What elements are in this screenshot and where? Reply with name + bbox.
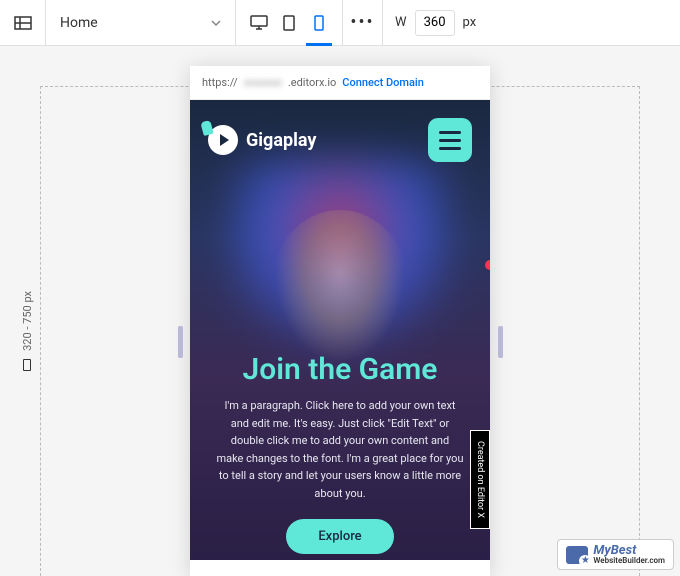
preview-url-bar: https:// xxxxxxx .editorx.io Connect Dom… — [190, 66, 490, 100]
width-control: W px — [383, 10, 488, 36]
mobile-preview-frame: https:// xxxxxxx .editorx.io Connect Dom… — [190, 66, 490, 576]
page-selector-label: Home — [60, 15, 98, 31]
mobile-icon — [314, 15, 324, 31]
connect-domain-link[interactable]: Connect Domain — [342, 76, 424, 89]
more-devices-button[interactable]: ••• — [343, 0, 383, 46]
hero-title[interactable]: Join the Game — [243, 352, 438, 387]
width-unit: px — [463, 15, 477, 30]
hamburger-line-icon — [439, 139, 461, 142]
site-preview[interactable]: Gigaplay Join the Game I'm a paragraph. … — [190, 100, 490, 560]
explore-button[interactable]: Explore — [286, 519, 393, 554]
watermark-line2: WebsiteBuilder.com — [593, 557, 665, 565]
resize-handle-left[interactable] — [178, 326, 183, 358]
mobile-device-button[interactable] — [304, 0, 334, 46]
preview-header: Gigaplay — [208, 118, 472, 162]
resize-handle-right[interactable] — [498, 326, 503, 358]
desktop-device-button[interactable] — [244, 0, 274, 46]
desktop-icon — [250, 15, 268, 30]
hamburger-line-icon — [439, 131, 461, 134]
editorx-badge[interactable]: Created on Editor X — [470, 430, 490, 529]
hero-paragraph[interactable]: I'm a paragraph. Click here to add your … — [208, 397, 472, 503]
url-suffix: .editorx.io — [288, 76, 336, 89]
hamburger-line-icon — [439, 147, 461, 150]
ruler-device-icon — [23, 359, 31, 371]
panels-icon[interactable] — [0, 0, 46, 46]
width-input[interactable] — [415, 10, 455, 36]
tablet-icon — [283, 15, 295, 31]
site-logo[interactable]: Gigaplay — [208, 125, 316, 155]
page-selector[interactable]: Home — [46, 0, 236, 46]
vertical-ruler: 320 - 750 px — [20, 106, 34, 556]
hamburger-menu-button[interactable] — [428, 118, 472, 162]
url-prefix: https:// — [202, 76, 238, 89]
top-toolbar: Home ••• W px — [0, 0, 680, 46]
brand-name: Gigaplay — [246, 130, 316, 151]
width-label: W — [395, 15, 407, 30]
ruler-range-label: 320 - 750 px — [21, 291, 34, 351]
watermark-badge: MyBest WebsiteBuilder.com — [557, 539, 674, 570]
watermark-logo-icon — [566, 546, 588, 564]
section-indicator-dot[interactable] — [485, 260, 490, 270]
url-blurred: xxxxxxx — [244, 76, 282, 89]
tablet-device-button[interactable] — [274, 0, 304, 46]
editor-canvas: 320 - 750 px https:// xxxxxxx .editorx.i… — [0, 46, 680, 576]
chevron-down-icon — [211, 20, 221, 26]
device-switcher — [236, 0, 343, 46]
play-logo-icon — [208, 125, 238, 155]
